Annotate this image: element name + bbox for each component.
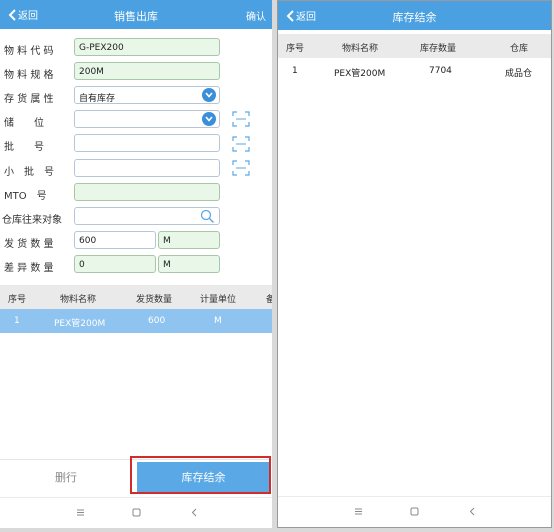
row-no: 1: [292, 66, 298, 76]
mto-no-field[interactable]: [74, 183, 220, 201]
sales-outbound-screen: 返回 销售出库 确认 物 料 代 码 G-PEX200 物 料 规 格 200M…: [0, 0, 272, 528]
table-row[interactable]: 1 PEX管200M 600 M: [0, 309, 272, 333]
storage-location-label: 储 位: [4, 118, 44, 129]
diff-qty-field: 0: [74, 255, 156, 273]
storage-location-select[interactable]: [74, 110, 220, 128]
stock-attr-value: 自有库存: [79, 94, 116, 104]
stock-table-header: 序号 物料名称 库存数量 仓库: [278, 34, 551, 58]
counterparty-label: 仓库往来对象: [2, 215, 62, 226]
ship-qty-field[interactable]: 600: [74, 231, 156, 249]
column-header: 备: [266, 295, 272, 305]
home-icon[interactable]: [132, 508, 141, 517]
scan-icon[interactable]: [232, 160, 250, 176]
confirm-button[interactable]: 确认: [246, 8, 266, 23]
column-header: 计量单位: [200, 295, 237, 305]
back-nav-icon[interactable]: [190, 508, 199, 517]
system-nav-bar: [0, 497, 272, 528]
row-qty: 600: [148, 316, 166, 326]
counterparty-field[interactable]: [74, 207, 220, 225]
scan-icon[interactable]: [232, 111, 250, 127]
column-header: 发货数量: [136, 295, 173, 305]
search-icon[interactable]: [200, 209, 215, 224]
header-bar: 返回 库存结余: [278, 1, 551, 30]
stock-balance-button[interactable]: 库存结余: [137, 462, 270, 494]
back-nav-icon[interactable]: [468, 507, 477, 516]
row-no: 1: [14, 316, 20, 326]
stock-attr-label: 存 货 属 性: [4, 94, 54, 105]
table-row[interactable]: 1 PEX管200M 7704 成品仓: [278, 59, 551, 83]
menu-icon[interactable]: [76, 508, 85, 517]
material-code-field[interactable]: G-PEX200: [74, 38, 220, 56]
chevron-down-icon[interactable]: [202, 88, 216, 102]
column-header: 仓库: [510, 44, 529, 54]
material-spec-field[interactable]: 200M: [74, 62, 220, 80]
diff-qty-label: 差 异 数 量: [4, 263, 54, 274]
material-code-label: 物 料 代 码: [4, 46, 54, 57]
sub-batch-no-label: 小 批 号: [4, 167, 54, 178]
header-bar: 返回 销售出库 确认: [0, 0, 272, 29]
batch-no-label: 批 号: [4, 142, 44, 153]
row-qty: 7704: [429, 66, 452, 76]
row-unit: M: [214, 316, 222, 326]
chevron-down-icon[interactable]: [202, 112, 216, 126]
column-header: 库存数量: [420, 44, 457, 54]
sub-batch-no-field[interactable]: [74, 159, 220, 177]
home-icon[interactable]: [410, 507, 419, 516]
stock-attr-select[interactable]: 自有库存: [74, 86, 220, 104]
menu-icon[interactable]: [354, 507, 363, 516]
column-header: 序号: [286, 44, 305, 54]
detail-table-header: 序号 物料名称 发货数量 计量单位 备: [0, 285, 272, 309]
delete-row-button[interactable]: 删行: [0, 460, 132, 496]
batch-no-field[interactable]: [74, 134, 220, 152]
page-title: 库存结余: [392, 11, 437, 24]
diff-qty-unit: M: [158, 255, 220, 273]
mto-no-label: MTO 号: [4, 191, 47, 202]
row-material-name: PEX管200M: [54, 319, 106, 329]
system-nav-bar: [278, 496, 551, 527]
action-bar: 删行 库存结余: [0, 459, 272, 496]
column-header: 序号: [8, 295, 27, 305]
ship-qty-label: 发 货 数 量: [4, 239, 54, 250]
column-header: 物料名称: [60, 295, 97, 305]
outbound-form: 物 料 代 码 G-PEX200 物 料 规 格 200M 存 货 属 性 自有…: [0, 29, 272, 284]
column-header: 物料名称: [342, 44, 379, 54]
stock-balance-screen: 返回 库存结余 序号 物料名称 库存数量 仓库 1 PEX管200M 7704 …: [277, 0, 552, 528]
material-spec-label: 物 料 规 格: [4, 70, 54, 81]
ship-qty-unit: M: [158, 231, 220, 249]
page-title: 销售出库: [114, 10, 158, 23]
row-warehouse: 成品仓: [505, 69, 533, 79]
scan-icon[interactable]: [232, 136, 250, 152]
row-material-name: PEX管200M: [334, 69, 386, 79]
